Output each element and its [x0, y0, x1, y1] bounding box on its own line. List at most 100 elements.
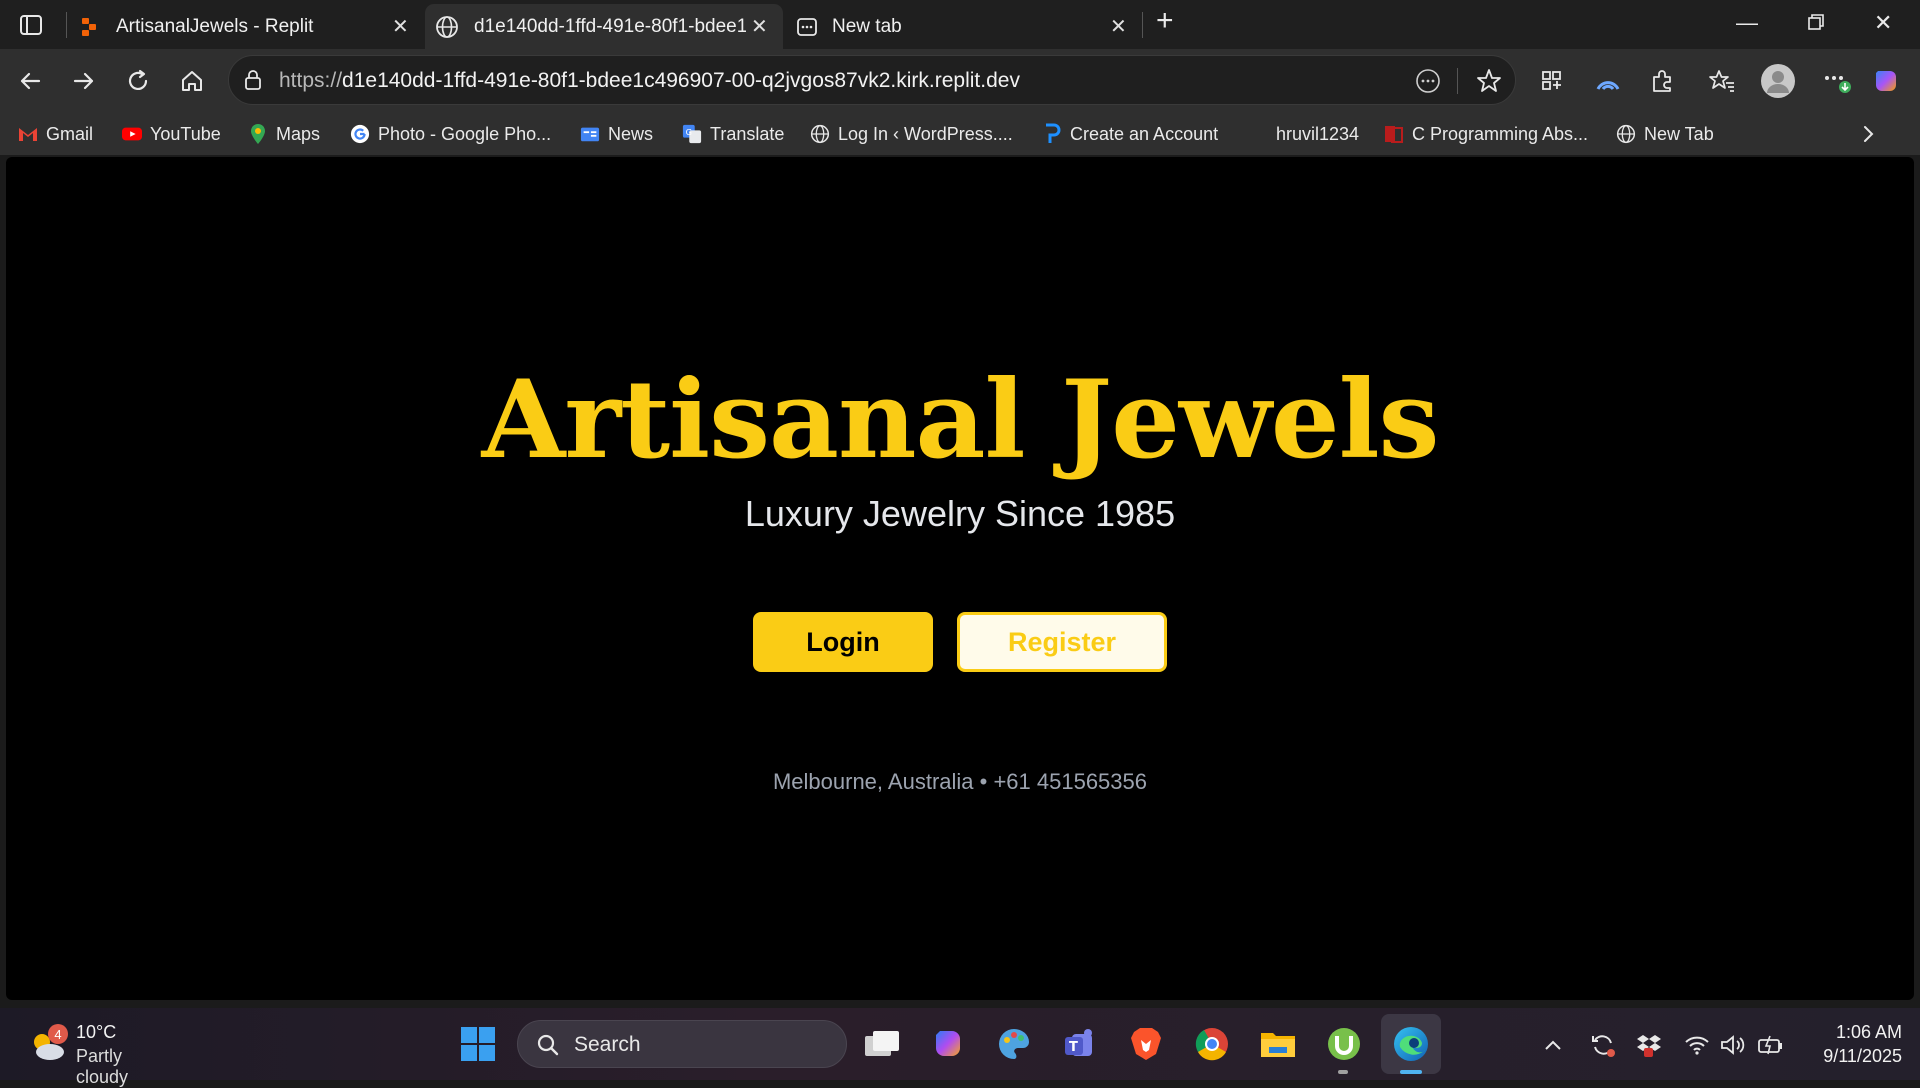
weather-temp: 10°C [76, 1022, 117, 1042]
windows-start-icon[interactable] [460, 1026, 496, 1062]
wifi-icon[interactable] [1682, 1030, 1712, 1060]
bookmarks-overflow-chevron-icon[interactable] [1858, 121, 1878, 147]
copilot-app-icon[interactable] [928, 1024, 968, 1064]
speed-extension-icon[interactable] [1590, 63, 1626, 99]
bookmark-new-tab[interactable]: New Tab [1616, 121, 1714, 147]
tab-close-icon[interactable]: ✕ [1110, 14, 1127, 39]
bookmark-news[interactable]: News [580, 121, 653, 147]
favorite-star-icon[interactable] [1475, 67, 1503, 100]
google-g-icon [350, 124, 370, 144]
app-running-indicator [1338, 1070, 1348, 1074]
minimize-icon[interactable]: — [1736, 10, 1758, 36]
home-icon[interactable] [174, 63, 210, 99]
login-button[interactable]: Login [753, 612, 933, 672]
page-actions-icon[interactable] [1415, 68, 1441, 99]
clock-date: 9/11/2025 [1823, 1046, 1902, 1066]
brand-title: Artisanal Jewels [481, 357, 1440, 483]
restore-icon[interactable] [1806, 12, 1826, 38]
svg-text:T: T [1069, 1040, 1078, 1055]
app-active-indicator [1400, 1070, 1422, 1074]
web-page: Artisanal Jewels Luxury Jewelry Since 19… [6, 157, 1914, 1000]
new-tab-page-icon [796, 16, 818, 44]
close-window-icon[interactable]: ✕ [1874, 10, 1892, 36]
maps-pin-icon [248, 124, 268, 144]
battery-icon[interactable] [1756, 1030, 1786, 1060]
settings-more-icon[interactable] [1818, 63, 1854, 99]
account-site-icon [1042, 123, 1062, 144]
bookmarks-bar: Gmail YouTube Maps Photo - Google Pho...… [0, 113, 1920, 155]
edge-browser-icon[interactable] [1391, 1024, 1431, 1064]
brave-browser-icon[interactable] [1126, 1024, 1166, 1064]
bookmark-gmail[interactable]: Gmail [18, 121, 93, 147]
tab-title: ArtisanalJewels - Replit [116, 15, 314, 37]
new-tab-plus-icon[interactable]: + [1156, 4, 1174, 38]
refresh-icon[interactable] [120, 63, 156, 99]
copilot-icon[interactable] [1868, 63, 1904, 99]
tab-new-tab[interactable]: New tab ✕ [790, 4, 1136, 49]
volume-icon[interactable] [1718, 1030, 1748, 1060]
bookmark-google-photos[interactable]: Photo - Google Pho... [350, 121, 551, 147]
bookmark-create-account[interactable]: Create an Account [1042, 121, 1218, 147]
bookmark-hruvil[interactable]: hruvil1234 [1248, 121, 1359, 147]
blank-page-icon [1248, 124, 1268, 144]
weather-widget[interactable]: 4 10°C Partly cloudy [28, 1020, 178, 1087]
lock-icon[interactable] [243, 69, 263, 96]
clock-time: 1:06 AM [1835, 1022, 1902, 1042]
globe-icon [810, 124, 830, 144]
globe-icon [1616, 124, 1636, 144]
address-bar[interactable]: https://d1e140dd-1ffd-491e-80f1-bdee1c49… [228, 55, 1516, 105]
tab-replit[interactable]: ArtisanalJewels - Replit ✕ [72, 4, 418, 49]
favorites-list-icon[interactable] [1704, 63, 1740, 99]
tray-overflow-chevron-icon[interactable] [1538, 1030, 1568, 1060]
dropbox-icon[interactable] [1634, 1030, 1664, 1060]
google-news-icon [580, 124, 600, 144]
bookmark-maps[interactable]: Maps [248, 121, 320, 147]
url-scheme: https:// [279, 69, 343, 92]
youtube-icon [122, 124, 142, 144]
bookmark-youtube[interactable]: YouTube [122, 121, 221, 147]
bookmark-c-programming[interactable]: C Programming Abs... [1384, 121, 1588, 147]
replit-icon [80, 17, 98, 43]
weather-badge: 4 [48, 1024, 68, 1044]
taskbar: 4 10°C Partly cloudy Search T 1:06 AM 9/… [0, 1008, 1920, 1087]
system-clock[interactable]: 1:06 AM 9/11/2025 [1790, 1020, 1902, 1068]
tab-actions-icon[interactable] [18, 12, 44, 38]
tab-title: d1e140dd-1ffd-491e-80f1-bdee1c496907-00-… [474, 15, 746, 37]
brand-tagline: Luxury Jewelry Since 1985 [744, 493, 1176, 534]
taskbar-search[interactable]: Search [517, 1020, 847, 1068]
paint-palette-icon[interactable] [994, 1024, 1034, 1064]
extensions-puzzle-icon[interactable] [1644, 63, 1680, 99]
browser-toolbar: https://d1e140dd-1ffd-491e-80f1-bdee1c49… [0, 49, 1920, 113]
tab-separator [66, 12, 67, 38]
c-programming-icon [1384, 124, 1404, 144]
sync-update-icon[interactable] [1588, 1030, 1618, 1060]
bookmark-wordpress[interactable]: Log In ‹ WordPress.... [810, 121, 1013, 147]
divider [1457, 68, 1458, 94]
svg-text:G: G [686, 127, 692, 137]
register-button[interactable]: Register [957, 612, 1167, 672]
weather-condition: Partly cloudy [76, 1046, 129, 1087]
extension-grid-icon[interactable] [1534, 63, 1570, 99]
contact-info: Melbourne, Australia • +61 451565356 [772, 769, 1148, 794]
url-host: d1e140dd-1ffd-491e-80f1-bdee1c496907-00-… [342, 69, 1020, 92]
search-icon [536, 1033, 560, 1062]
search-label: Search [574, 1033, 641, 1056]
address-url: https://d1e140dd-1ffd-491e-80f1-bdee1c49… [279, 69, 1020, 93]
teams-icon[interactable]: T [1060, 1024, 1100, 1064]
back-arrow-icon[interactable] [12, 63, 48, 99]
tab-close-icon[interactable]: ✕ [392, 14, 409, 39]
utorrent-icon[interactable] [1324, 1024, 1364, 1064]
bookmark-translate[interactable]: G Translate [682, 121, 784, 147]
gmail-icon [18, 124, 38, 144]
chrome-icon[interactable] [1192, 1024, 1232, 1064]
forward-arrow-icon[interactable] [66, 63, 102, 99]
globe-icon [435, 15, 459, 45]
tab-title: New tab [832, 15, 902, 37]
task-view-icon[interactable] [862, 1024, 902, 1064]
tab-strip: ArtisanalJewels - Replit ✕ d1e140dd-1ffd… [0, 0, 1920, 49]
file-explorer-icon[interactable] [1258, 1024, 1298, 1064]
tab-separator [1142, 12, 1143, 38]
tab-close-icon[interactable]: ✕ [751, 14, 768, 39]
tab-active-site[interactable]: d1e140dd-1ffd-491e-80f1-bdee1c496907-00-… [425, 4, 783, 49]
profile-avatar[interactable] [1758, 61, 1798, 101]
